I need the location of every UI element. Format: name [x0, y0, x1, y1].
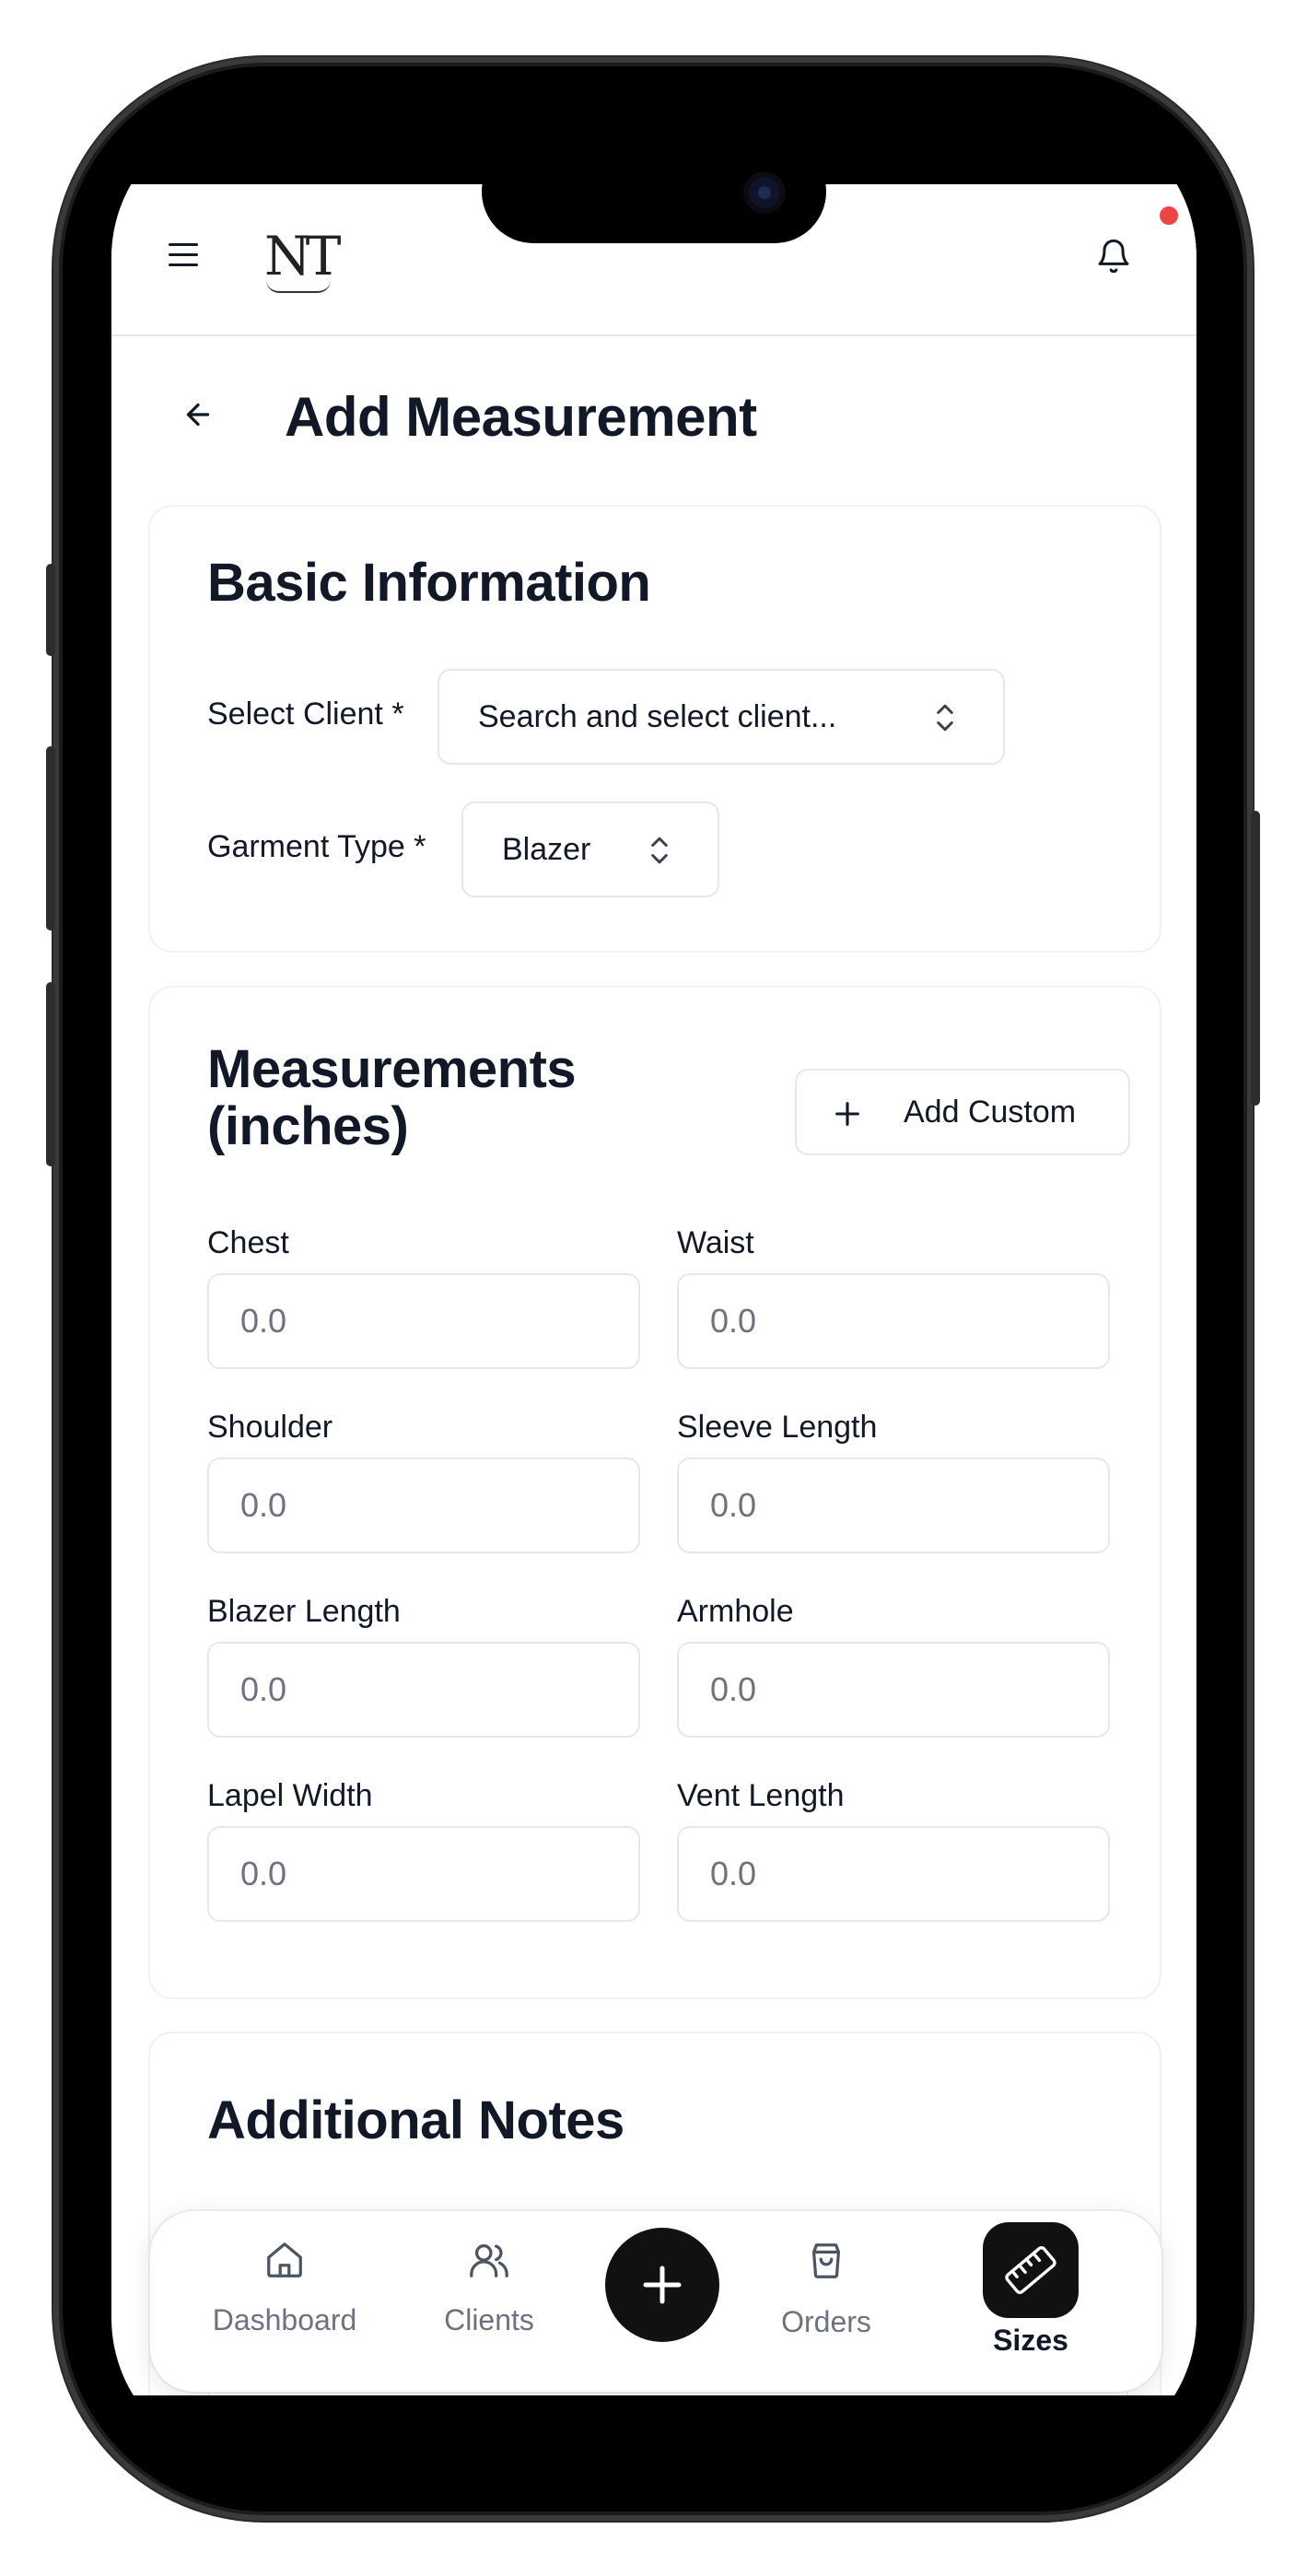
nav-orders[interactable]: Orders: [743, 2239, 909, 2368]
vent-length-input[interactable]: 0.0: [677, 1826, 1110, 1922]
nav-sizes[interactable]: Sizes: [948, 2222, 1114, 2368]
add-fab-button[interactable]: [605, 2228, 719, 2342]
lapel-width-label: Lapel Width: [207, 1778, 373, 1813]
measurements-title-line1: Measurements: [207, 1039, 577, 1099]
menu-icon[interactable]: [169, 243, 198, 267]
plus-icon: [835, 1102, 859, 1126]
page-title: Add Measurement: [285, 386, 757, 448]
add-custom-label: Add Custom: [904, 1095, 1077, 1130]
waist-input[interactable]: 0.0: [677, 1273, 1110, 1369]
nav-sizes-label: Sizes: [993, 2324, 1068, 2357]
blazer-length-placeholder: 0.0: [240, 1670, 287, 1708]
chest-label: Chest: [207, 1225, 289, 1260]
chevron-up-down-icon: [651, 837, 668, 864]
camera-icon: [749, 177, 780, 208]
chest-input[interactable]: 0.0: [207, 1273, 640, 1369]
volume-down-button: [46, 982, 55, 1166]
add-custom-button[interactable]: Add Custom: [795, 1069, 1130, 1155]
measurements-title: Measurements (inches): [207, 1039, 577, 1156]
nav-dashboard[interactable]: Dashboard: [202, 2239, 368, 2368]
vent-length-placeholder: 0.0: [710, 1855, 757, 1892]
chest-placeholder: 0.0: [240, 1302, 287, 1340]
garment-type-label: Garment Type *: [207, 829, 426, 864]
sleeve-length-label: Sleeve Length: [677, 1410, 878, 1445]
users-icon: [470, 2244, 508, 2277]
active-indicator: [983, 2222, 1079, 2318]
nav-orders-label: Orders: [781, 2305, 871, 2338]
shoulder-placeholder: 0.0: [240, 1486, 287, 1524]
basic-information-card: Basic Information Select Client * Search…: [148, 505, 1161, 953]
action-button: [46, 564, 55, 656]
garment-type-value: Blazer: [502, 832, 591, 867]
client-select-placeholder: Search and select client...: [478, 699, 837, 734]
garment-type-select[interactable]: Blazer: [461, 802, 719, 897]
waist-placeholder: 0.0: [710, 1302, 757, 1340]
lapel-width-placeholder: 0.0: [240, 1855, 287, 1892]
blazer-length-label: Blazer Length: [207, 1594, 401, 1629]
measurements-title-line2: (inches): [207, 1096, 409, 1156]
armhole-placeholder: 0.0: [710, 1670, 757, 1708]
bottom-navigation: Dashboard Clients Orders Sizes: [150, 2211, 1161, 2392]
back-arrow-icon[interactable]: [181, 398, 215, 431]
shoulder-label: Shoulder: [207, 1410, 333, 1445]
volume-up-button: [46, 746, 55, 931]
select-client-label: Select Client *: [207, 697, 404, 732]
app-view: NT Add Measurement Basic Information Sel…: [111, 184, 1196, 2395]
waist-label: Waist: [677, 1225, 754, 1260]
lapel-width-input[interactable]: 0.0: [207, 1826, 640, 1922]
basic-information-title: Basic Information: [207, 553, 651, 613]
nav-dashboard-label: Dashboard: [212, 2303, 357, 2336]
armhole-label: Armhole: [677, 1594, 794, 1629]
chevron-up-down-icon: [937, 704, 953, 732]
sleeve-length-placeholder: 0.0: [710, 1486, 757, 1524]
home-icon: [267, 2242, 302, 2277]
power-button: [1251, 811, 1260, 1106]
nav-clients-label: Clients: [444, 2303, 534, 2336]
blazer-length-input[interactable]: 0.0: [207, 1642, 640, 1738]
measurements-card: Measurements (inches) Add Custom Chest 0…: [148, 986, 1161, 1999]
dynamic-island: [482, 140, 826, 243]
sleeve-length-input[interactable]: 0.0: [677, 1458, 1110, 1553]
shopping-bag-icon: [811, 2243, 841, 2278]
plus-icon: [643, 2266, 682, 2304]
notification-badge: [1160, 206, 1178, 225]
logo-text: NT: [264, 225, 341, 287]
bell-icon[interactable]: [1095, 236, 1132, 276]
brand-logo[interactable]: NT: [264, 225, 341, 299]
vent-length-label: Vent Length: [677, 1778, 845, 1813]
additional-notes-title: Additional Notes: [207, 2090, 624, 2150]
armhole-input[interactable]: 0.0: [677, 1642, 1110, 1738]
shoulder-input[interactable]: 0.0: [207, 1458, 640, 1553]
ruler-icon: [1005, 2246, 1056, 2294]
phone-screen: NT Add Measurement Basic Information Sel…: [111, 111, 1196, 2465]
client-select[interactable]: Search and select client...: [438, 669, 1005, 765]
nav-clients[interactable]: Clients: [406, 2239, 572, 2368]
